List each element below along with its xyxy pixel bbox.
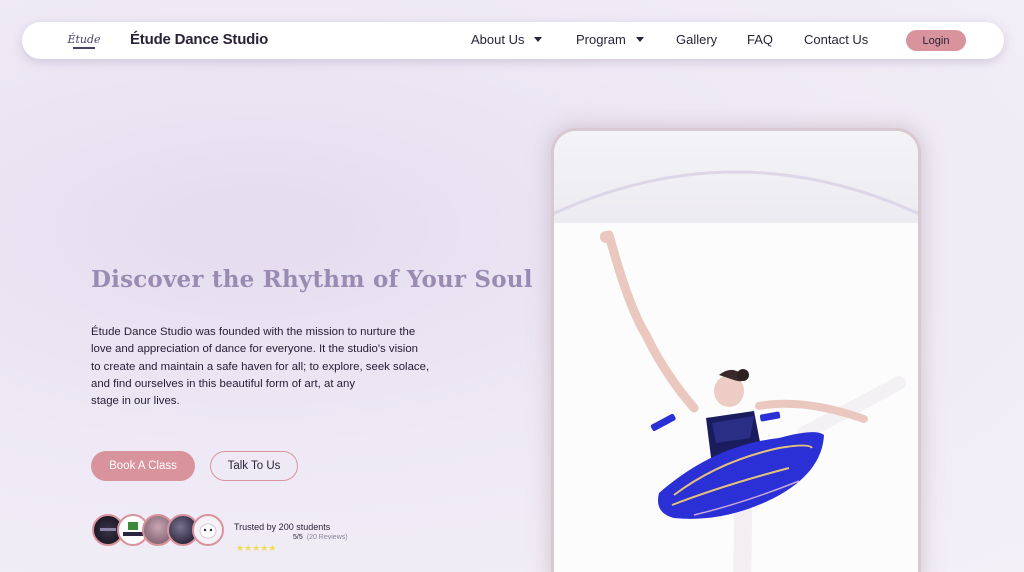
- nav-contact-us[interactable]: Contact Us: [804, 32, 868, 47]
- book-a-class-button[interactable]: Book A Class: [91, 451, 195, 481]
- student-avatars: [92, 514, 232, 546]
- hero-description-line: and find ourselves in this beautiful for…: [91, 377, 356, 390]
- login-button[interactable]: Login: [906, 30, 966, 51]
- avatar: [192, 514, 224, 546]
- hero-description-line: love and appreciation of dance for every…: [91, 343, 419, 356]
- navbar: Étude Étude Dance Studio About Us Progra…: [22, 22, 1004, 59]
- nav-program[interactable]: Program: [576, 32, 644, 47]
- nav-faq-label: FAQ: [747, 32, 774, 47]
- review-count: (20 Reviews): [306, 534, 348, 541]
- trusted-by-text: Trusted by 200 students: [234, 522, 331, 532]
- nav-contact-us-label: Contact Us: [804, 32, 869, 47]
- chevron-down-icon: [534, 37, 543, 42]
- nav-gallery-label: Gallery: [676, 32, 718, 47]
- star-icon: ★★★★★: [236, 543, 277, 553]
- nav-faq[interactable]: FAQ: [747, 32, 773, 47]
- talk-to-us-button[interactable]: Talk To Us: [210, 451, 298, 481]
- nav-program-label: Program: [576, 32, 626, 47]
- hero-description-line: stage in our lives.: [91, 395, 180, 408]
- nav-gallery[interactable]: Gallery: [676, 32, 717, 47]
- nav-about-us-label: About Us: [471, 32, 525, 47]
- photo-background-top: [554, 131, 918, 223]
- hero-description-line: to create and maintain a safe haven for …: [91, 360, 430, 373]
- logo-script: Étude: [67, 33, 101, 46]
- brand-name[interactable]: Étude Dance Studio: [130, 31, 268, 48]
- rating-text: 5/5 (20 Reviews): [293, 534, 348, 541]
- rating-score: 5/5: [293, 534, 303, 541]
- hero-description: Étude Dance Studio was founded with the …: [91, 324, 441, 410]
- logo-icon[interactable]: Étude: [67, 28, 101, 54]
- hero-image-card: [554, 131, 918, 572]
- ballerina-photo: [554, 223, 918, 572]
- nav-about-us[interactable]: About Us: [471, 32, 543, 47]
- hero-title: Discover the Rhythm of Your Soul: [91, 266, 533, 293]
- chevron-down-icon: [635, 37, 644, 42]
- logo-underline: [73, 47, 95, 49]
- hero-description-line: Étude Dance Studio was founded with the …: [91, 326, 416, 338]
